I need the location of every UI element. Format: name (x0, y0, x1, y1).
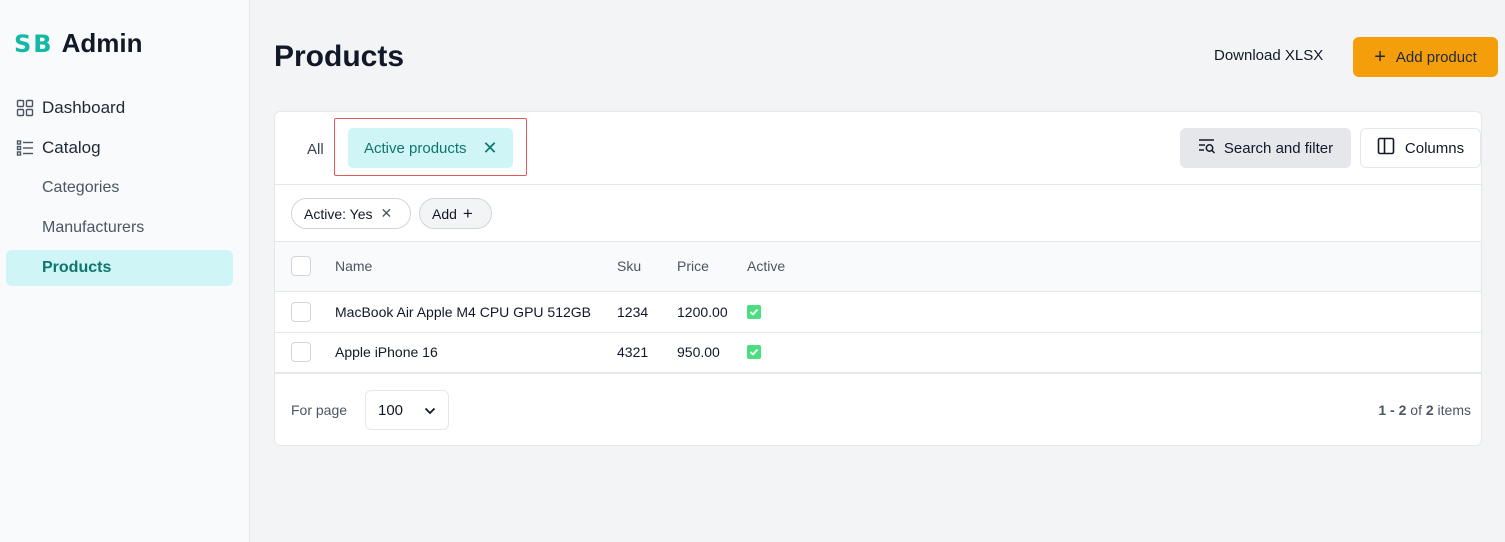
pagination-range: 1 - 2 (1378, 402, 1407, 418)
filter-chip-active[interactable]: Active: Yes ✕ (291, 198, 411, 229)
check-icon (747, 304, 761, 319)
plus-icon: + (1374, 46, 1386, 68)
tabs-row: All Active products ✕ Search and filter (275, 112, 1481, 185)
add-product-label: Add product (1395, 48, 1477, 66)
per-page-value: 100 (378, 401, 404, 419)
cell-sku: 1234 (617, 303, 649, 320)
select-all-checkbox[interactable] (291, 256, 311, 277)
main-content: Products Download XLSX + Add product All… (250, 0, 1505, 542)
table-header-row: Name Sku Price Active (275, 242, 1481, 291)
brand-logo[interactable]: SB Admin (14, 28, 142, 59)
column-header-price[interactable]: Price (677, 242, 747, 291)
column-header-name[interactable]: Name (335, 242, 617, 291)
column-header-active[interactable]: Active (747, 242, 1481, 291)
close-icon[interactable]: ✕ (483, 138, 498, 159)
table-row[interactable]: Apple iPhone 16 4321 950.00 (275, 332, 1481, 373)
cell-price: 1200.00 (677, 303, 728, 320)
pagination-total: 2 (1425, 402, 1434, 418)
sidebar-item-dashboard[interactable]: Dashboard (6, 90, 233, 126)
sidebar-item-label: Categories (42, 179, 120, 196)
sidebar-item-products[interactable]: Products (6, 250, 233, 286)
check-icon (747, 345, 761, 360)
row-checkbox[interactable] (291, 301, 311, 322)
sidebar-item-manufacturers[interactable]: Manufacturers (6, 210, 233, 246)
sidebar-item-label: Catalog (42, 138, 101, 157)
filters-row: Active: Yes ✕ Add + (275, 185, 1481, 242)
filter-chip-label: Active: Yes (304, 205, 373, 222)
cell-name[interactable]: Apple iPhone 16 (335, 332, 617, 373)
products-card: All Active products ✕ Search and filter (274, 111, 1482, 446)
table-row[interactable]: MacBook Air Apple M4 CPU GPU 512GB 1234 … (275, 291, 1481, 332)
sidebar: SB Admin Dashboard Catalog Categories Ma… (0, 0, 250, 542)
app: SB Admin Dashboard Catalog Categories Ma… (0, 0, 1505, 542)
tab-active-products[interactable]: Active products ✕ (348, 128, 513, 168)
products-table: Name Sku Price Active MacBook Air Apple … (275, 242, 1481, 374)
sidebar-item-label: Manufacturers (42, 219, 145, 236)
pagination-of: of (1410, 402, 1422, 418)
plus-icon: + (462, 203, 473, 223)
sidebar-item-label: Dashboard (42, 98, 126, 117)
download-xlsx-button[interactable]: Download XLSX (1214, 47, 1323, 64)
search-and-filter-label: Search and filter (1223, 139, 1334, 157)
filter-search-icon (1198, 138, 1216, 158)
grid-icon (16, 99, 34, 117)
brand-mark: SB (14, 29, 54, 58)
table-footer: For page 100 1 - 2 of 2 items (275, 374, 1481, 446)
sidebar-item-catalog[interactable]: Catalog (6, 130, 233, 166)
search-and-filter-button[interactable]: Search and filter (1180, 128, 1351, 168)
cell-price: 950.00 (677, 344, 720, 361)
for-page-label: For page (291, 402, 348, 418)
pagination-items: items (1437, 402, 1471, 418)
sidebar-item-categories[interactable]: Categories (6, 170, 233, 206)
per-page-select[interactable]: 100 (365, 390, 449, 430)
row-checkbox[interactable] (291, 342, 311, 363)
sidebar-nav: Dashboard Catalog Categories Manufacture… (6, 90, 233, 290)
pagination-summary: 1 - 2 of 2 items (1181, 402, 1481, 418)
tab-all[interactable]: All (307, 141, 324, 158)
tab-active-label: Active products (364, 139, 467, 157)
add-filter-button[interactable]: Add + (419, 198, 492, 229)
cell-sku: 4321 (617, 344, 649, 361)
columns-label: Columns (1404, 139, 1465, 157)
cell-name[interactable]: MacBook Air Apple M4 CPU GPU 512GB (335, 291, 617, 332)
page-title: Products (274, 40, 405, 73)
columns-button[interactable]: Columns (1360, 128, 1481, 168)
brand-name: Admin (61, 28, 143, 58)
add-product-button[interactable]: + Add product (1353, 37, 1498, 77)
close-icon[interactable]: ✕ (381, 205, 393, 222)
list-icon (16, 139, 34, 157)
sidebar-item-label: Products (42, 259, 112, 276)
chevron-down-icon (424, 402, 436, 419)
add-filter-label: Add (432, 205, 457, 222)
column-header-sku[interactable]: Sku (617, 242, 677, 291)
columns-icon (1377, 137, 1395, 159)
